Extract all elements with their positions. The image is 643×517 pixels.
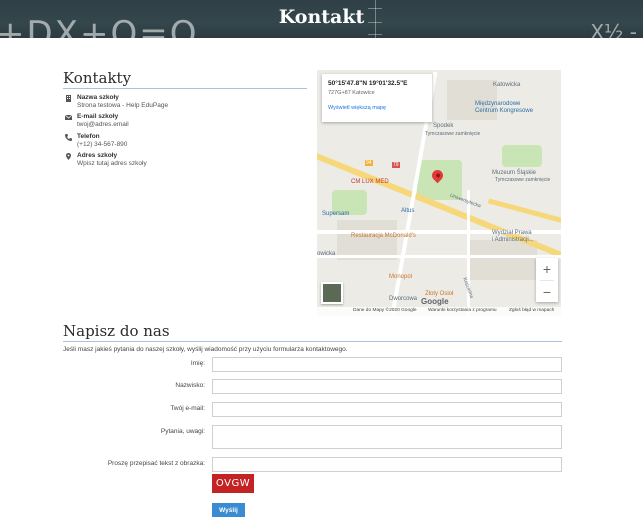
contacts-title: Kontakty <box>63 69 132 87</box>
map-label-note: Tymczasowe zamknięcie <box>495 177 551 183</box>
contacts-divider <box>63 88 307 89</box>
form-intro-text: Jeśli masz jakieś pytania do naszej szko… <box>63 346 348 353</box>
map-building <box>467 240 537 280</box>
email-label: Twój e-mail: <box>170 405 205 412</box>
map-label-note: Tymczasowe zamknięcie <box>425 131 481 137</box>
map-data-credit: Dane do Mapy ©2020 Google <box>353 308 417 313</box>
form-title: Napisz do nas <box>63 322 170 340</box>
map-info-card: 50°15'47.8"N 19°01'32.5"E 727G+87 Katowi… <box>322 74 432 122</box>
embedded-map[interactable]: 50°15'47.8"N 19°01'32.5"E 727G+87 Katowi… <box>317 70 561 316</box>
map-label-place: Supersam <box>322 211 350 217</box>
surname-label: Nazwisko: <box>175 382 205 389</box>
email-field[interactable] <box>212 402 562 417</box>
map-label-place: Międzynarodowe Centrum Kongresowe <box>475 101 534 114</box>
map-road <box>317 255 561 258</box>
map-label-street: Katowicka <box>493 82 521 88</box>
chalkboard-tick <box>368 34 382 35</box>
map-building <box>337 220 397 260</box>
map-label-place: Restauracja McDonald's <box>351 233 416 239</box>
location-pin-icon <box>65 153 72 160</box>
map-label-place: Monopol <box>389 274 413 280</box>
map-plus-code: 727G+87 Katowice <box>328 90 375 96</box>
phone-icon <box>65 134 72 141</box>
contact-value: (+12) 34-567-890 <box>77 141 128 148</box>
surname-field[interactable] <box>212 379 562 394</box>
satellite-toggle[interactable] <box>321 282 343 304</box>
submit-button[interactable]: Wyślij <box>212 503 245 517</box>
question-field[interactable] <box>212 425 562 449</box>
map-zoom-controls: + − <box>536 258 558 302</box>
zoom-out-button[interactable]: − <box>536 281 558 303</box>
map-road-sign: 94 <box>365 160 373 166</box>
contact-label: Nazwa szkoły <box>77 94 119 101</box>
map-label-place: Spodek <box>433 123 454 129</box>
question-label: Pytania, uwagi: <box>160 428 205 435</box>
captcha-image: OVGW <box>212 474 254 493</box>
envelope-icon <box>64 114 73 121</box>
zoom-in-button[interactable]: + <box>536 258 558 280</box>
map-label-street: Dworcowa <box>389 296 418 302</box>
name-field[interactable] <box>212 357 562 372</box>
map-park <box>502 145 542 167</box>
contact-value: Strona testowa - Help EduPage <box>77 102 169 109</box>
contact-label: Telefon <box>77 133 100 140</box>
contact-label: Adres szkoły <box>77 152 118 159</box>
map-label-place: Muzeum Śląskie <box>492 170 537 176</box>
building-icon <box>65 95 72 102</box>
page-title: Kontakt <box>278 6 365 28</box>
larger-map-link[interactable]: Wyświetl większą mapę <box>328 105 426 111</box>
map-label-place: Altus <box>401 208 415 214</box>
page-header: +DX+Q=O X½ - Kontakt <box>0 0 643 38</box>
form-divider <box>63 341 562 342</box>
map-label-street: owicka <box>317 251 336 257</box>
contact-value: Wpisz tutaj adres szkoły <box>77 160 147 167</box>
map-label-place: Wydział Prawa i Administracji... <box>492 230 534 243</box>
map-road-sign: 79 <box>392 162 400 168</box>
google-logo: Google <box>421 297 449 306</box>
map-report-link[interactable]: Zgłoś błąd w mapach <box>509 308 554 313</box>
map-coordinates: 50°15'47.8"N 19°01'32.5"E <box>328 80 408 87</box>
contact-label: E-mail szkoły <box>77 113 119 120</box>
name-label: Imię: <box>190 360 205 367</box>
captcha-label: Proszę przepisać tekst z obrazka: <box>107 460 205 467</box>
map-footer: Dane do Mapy ©2020 Google Warunki korzys… <box>317 307 561 316</box>
contact-value[interactable]: twoj@adres.email <box>77 121 129 128</box>
map-label-place: CM LUX MED <box>351 179 389 185</box>
captcha-field[interactable] <box>212 457 562 472</box>
map-terms-link[interactable]: Warunki korzystania z programu <box>428 308 497 313</box>
